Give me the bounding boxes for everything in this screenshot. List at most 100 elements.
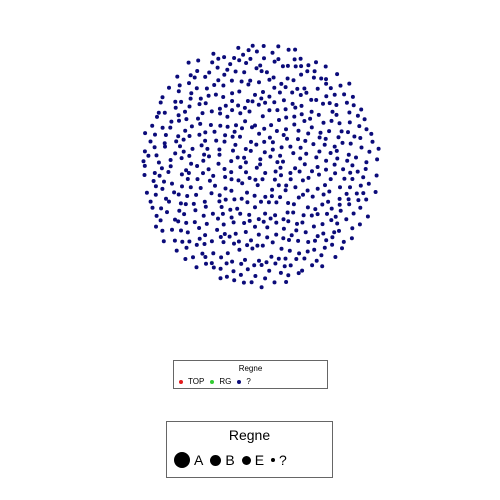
data-point	[157, 173, 162, 178]
data-point	[346, 130, 350, 135]
data-point	[274, 200, 279, 205]
data-point	[335, 72, 340, 77]
data-point	[198, 121, 203, 126]
data-point	[262, 126, 267, 131]
data-point	[232, 129, 237, 134]
data-point	[328, 86, 333, 91]
data-point	[142, 173, 147, 177]
data-point	[263, 100, 268, 105]
data-point	[313, 238, 317, 243]
data-point	[242, 155, 247, 160]
data-point	[302, 162, 307, 167]
data-point	[146, 153, 151, 158]
data-point	[234, 123, 238, 128]
data-point	[309, 213, 314, 218]
data-point	[310, 194, 315, 199]
data-point	[298, 156, 303, 161]
data-point	[214, 138, 219, 143]
data-point	[355, 169, 360, 174]
data-point	[265, 225, 270, 230]
data-point	[231, 220, 236, 225]
data-point	[194, 242, 199, 247]
data-point	[252, 193, 257, 198]
data-point	[255, 243, 260, 248]
data-point	[245, 190, 249, 195]
data-point	[203, 130, 208, 135]
data-point	[153, 184, 158, 189]
data-point	[203, 138, 208, 143]
data-point	[189, 161, 194, 166]
data-point	[239, 261, 244, 266]
data-point	[203, 101, 208, 106]
data-point	[216, 216, 220, 221]
data-point	[298, 93, 303, 97]
data-point	[314, 60, 318, 65]
data-point	[284, 115, 289, 120]
data-point	[192, 75, 197, 80]
data-point	[158, 218, 163, 223]
data-point	[233, 69, 238, 74]
data-point	[334, 112, 339, 117]
data-point	[337, 228, 341, 233]
data-point	[201, 158, 206, 163]
data-point	[231, 148, 235, 153]
scatter-plot	[141, 43, 381, 290]
data-point	[162, 141, 167, 146]
data-point	[297, 251, 302, 256]
data-point	[264, 260, 269, 265]
data-point	[347, 110, 352, 115]
data-point	[178, 201, 183, 206]
data-point	[306, 240, 311, 244]
data-point	[155, 114, 159, 119]
data-point	[231, 269, 236, 274]
data-point	[288, 171, 293, 175]
data-point	[236, 103, 241, 108]
size-legend-item-a: A	[174, 452, 203, 468]
data-point	[235, 155, 240, 160]
data-point	[243, 230, 248, 234]
data-point	[254, 165, 259, 170]
data-point	[167, 85, 171, 90]
data-point	[255, 183, 260, 188]
data-point	[194, 265, 199, 270]
data-point	[358, 136, 363, 140]
data-point	[153, 132, 157, 137]
data-point	[305, 69, 310, 74]
data-point	[176, 89, 181, 94]
data-point	[322, 142, 327, 147]
data-point	[218, 276, 223, 281]
data-point	[243, 119, 248, 124]
data-point	[364, 160, 369, 165]
data-point	[299, 72, 304, 77]
data-point	[246, 48, 251, 53]
data-point	[342, 176, 347, 181]
data-point	[279, 81, 284, 86]
data-point	[217, 106, 222, 111]
data-point	[257, 258, 261, 263]
data-point	[325, 211, 329, 216]
data-point	[354, 155, 358, 160]
data-point	[261, 90, 265, 94]
data-point	[295, 221, 299, 226]
data-point	[333, 171, 338, 176]
data-point	[311, 75, 316, 80]
data-point	[329, 206, 334, 211]
data-point	[272, 85, 277, 90]
data-point	[224, 261, 229, 266]
data-point	[284, 280, 289, 284]
data-point	[373, 190, 378, 194]
data-point	[167, 199, 171, 204]
data-point	[272, 280, 277, 285]
data-point	[327, 129, 332, 134]
data-point	[358, 183, 363, 188]
size-legend: Regne A B E ?	[166, 421, 333, 478]
data-point	[299, 112, 304, 117]
data-point	[222, 139, 227, 144]
data-point	[170, 227, 174, 232]
data-point	[356, 198, 361, 203]
data-point	[166, 170, 171, 174]
data-point	[270, 50, 275, 55]
data-point	[294, 228, 299, 233]
data-point	[195, 177, 200, 182]
data-point	[217, 152, 222, 157]
